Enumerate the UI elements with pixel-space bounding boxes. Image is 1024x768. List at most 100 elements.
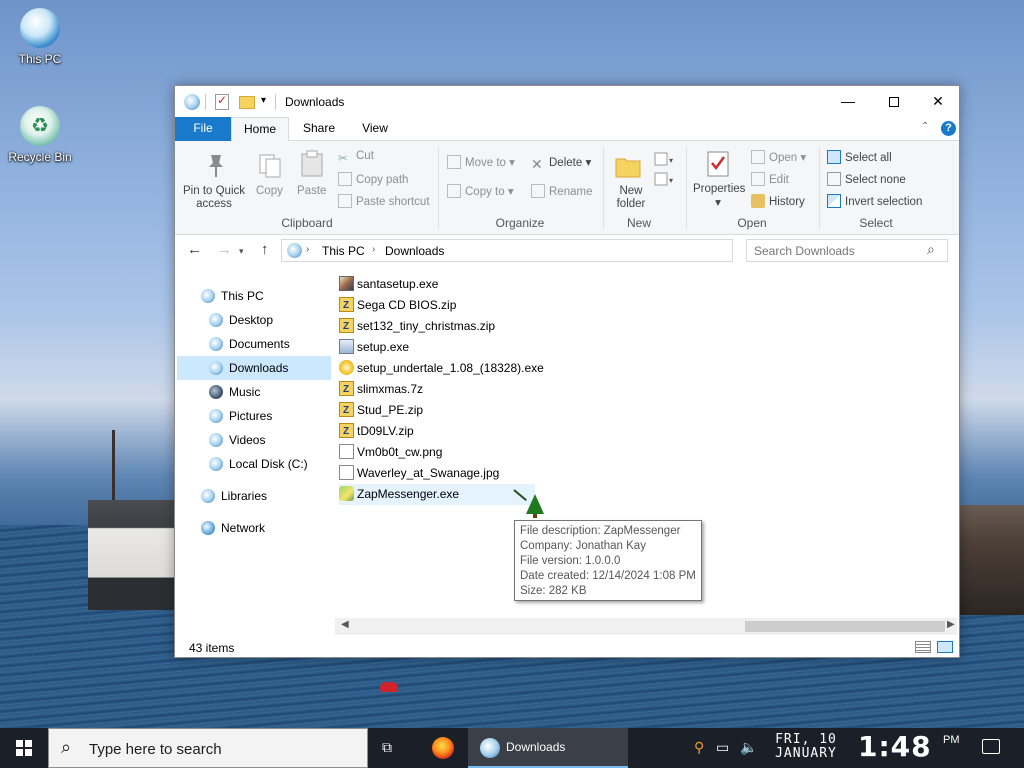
- nav-item-documents[interactable]: Documents: [209, 332, 290, 356]
- help-icon[interactable]: ?: [941, 121, 956, 136]
- key-tray-icon[interactable]: ⚲: [694, 739, 704, 756]
- taskbar-app-downloads[interactable]: Downloads: [468, 728, 628, 768]
- nav-item-desktop[interactable]: Desktop: [209, 308, 273, 332]
- scroll-left-arrow-icon[interactable]: ◀: [341, 619, 349, 630]
- address-bar[interactable]: › This PC › Downloads ▾ ↻: [281, 239, 827, 262]
- breadcrumb-separator-icon[interactable]: ›: [372, 244, 375, 255]
- invert-selection-button[interactable]: Invert selection: [827, 194, 922, 208]
- nav-item-local-disk[interactable]: Local Disk (C:): [209, 452, 308, 476]
- new-folder-quick-icon[interactable]: [239, 96, 255, 109]
- delete-label: Delete: [549, 157, 583, 169]
- list-item[interactable]: Sega CD BIOS.zip: [339, 295, 462, 316]
- maximize-button[interactable]: [871, 86, 917, 117]
- breadcrumb-this-pc[interactable]: This PC: [322, 244, 365, 258]
- minimize-button[interactable]: —: [825, 86, 871, 117]
- start-button[interactable]: [0, 728, 48, 768]
- copy-path-button[interactable]: Copy path: [338, 172, 408, 186]
- list-item[interactable]: setup.exe: [339, 337, 415, 358]
- list-item[interactable]: ZapMessenger.exe: [339, 484, 535, 505]
- taskbar: ⌕ ⧉ Downloads ⚲ ▭ 🔈 FRI, 10 JANUARY 1:48…: [0, 728, 1024, 768]
- horizontal-scrollbar[interactable]: ◀ ▶: [335, 618, 957, 635]
- taskbar-search-box[interactable]: ⌕: [48, 728, 368, 768]
- cut-button[interactable]: ✂ Cut: [338, 150, 374, 165]
- list-item[interactable]: set132_tiny_christmas.zip: [339, 316, 501, 337]
- list-item[interactable]: slimxmas.7z: [339, 379, 429, 400]
- search-input[interactable]: [754, 240, 924, 261]
- up-arrow-icon[interactable]: ↑: [261, 241, 269, 258]
- details-view-icon[interactable]: [915, 641, 931, 653]
- invert-selection-label: Invert selection: [845, 196, 923, 208]
- tab-share[interactable]: Share: [291, 117, 347, 141]
- tab-view[interactable]: View: [347, 117, 403, 141]
- list-item[interactable]: Waverley_at_Swanage.jpg: [339, 463, 505, 484]
- select-all-button[interactable]: Select all: [827, 150, 892, 164]
- navigation-pane: This PC Desktop Documents Downloads Musi…: [175, 270, 333, 630]
- taskbar-search-input[interactable]: [89, 740, 359, 758]
- open-button[interactable]: Open ▾: [751, 150, 806, 164]
- list-item[interactable]: Stud_PE.zip: [339, 400, 429, 421]
- breadcrumb-separator-icon[interactable]: ›: [306, 244, 309, 255]
- clock-date[interactable]: FRI, 10 JANUARY: [770, 733, 842, 761]
- collapse-ribbon-icon[interactable]: ⌃: [921, 121, 929, 132]
- tab-home[interactable]: Home: [231, 117, 289, 142]
- pin-icon: [209, 155, 223, 177]
- scroll-thumb[interactable]: [745, 621, 945, 632]
- desktop-icon-label: This PC: [18, 52, 62, 66]
- edit-button[interactable]: Edit: [751, 172, 789, 186]
- computer-icon: [201, 289, 215, 303]
- rename-button[interactable]: Rename: [531, 184, 592, 198]
- file-name: slimxmas.7z: [357, 382, 424, 396]
- back-arrow-icon[interactable]: ←: [187, 241, 202, 258]
- desktop-icon-this-pc[interactable]: This PC: [0, 8, 80, 66]
- close-button[interactable]: ✕: [915, 86, 961, 117]
- search-icon[interactable]: ⌕: [927, 241, 935, 258]
- volume-icon[interactable]: 🔈: [740, 739, 757, 756]
- nav-item-music[interactable]: Music: [209, 380, 260, 404]
- clock-time[interactable]: 1:48: [858, 730, 932, 763]
- properties-button[interactable]: Properties ▾: [693, 183, 745, 209]
- nav-item-pictures[interactable]: Pictures: [209, 404, 272, 428]
- forward-arrow-icon[interactable]: →: [217, 241, 232, 258]
- nav-item-network[interactable]: Network: [201, 516, 265, 540]
- customize-toolbar-chevron-icon[interactable]: ▾: [261, 95, 266, 106]
- nav-item-label: Documents: [229, 337, 290, 351]
- list-item[interactable]: tD09LV.zip: [339, 421, 420, 442]
- checkmark-quick-icon[interactable]: [215, 93, 229, 110]
- new-folder-button[interactable]: New folder: [611, 185, 651, 211]
- list-item[interactable]: santasetup.exe: [339, 274, 444, 295]
- recent-locations-chevron-icon[interactable]: ▾: [239, 246, 244, 257]
- list-item[interactable]: setup_undertale_1.08_(18328).exe: [339, 358, 550, 379]
- history-button[interactable]: History: [751, 194, 805, 208]
- history-icon: [751, 194, 765, 208]
- nav-item-this-pc[interactable]: This PC: [201, 284, 264, 308]
- nav-item-downloads[interactable]: Downloads: [177, 356, 331, 380]
- title-bar[interactable]: ▾ Downloads — ✕: [175, 86, 959, 117]
- copy-to-button[interactable]: Copy to ▾: [447, 184, 514, 198]
- search-box[interactable]: ⌕: [746, 239, 948, 262]
- breadcrumb-downloads[interactable]: Downloads: [385, 244, 444, 258]
- list-item[interactable]: Vm0b0t_cw.png: [339, 442, 448, 463]
- nav-item-videos[interactable]: Videos: [209, 428, 265, 452]
- tab-file[interactable]: File: [175, 117, 231, 141]
- desktop-icon-recycle-bin[interactable]: Recycle Bin: [0, 106, 80, 164]
- nav-item-libraries[interactable]: Libraries: [201, 484, 267, 508]
- properties-quick-icon[interactable]: [184, 94, 200, 110]
- scroll-right-arrow-icon[interactable]: ▶: [947, 619, 955, 630]
- large-icons-view-icon[interactable]: [937, 641, 953, 653]
- copy-button[interactable]: Copy: [256, 185, 283, 197]
- task-view-icon[interactable]: ⧉: [382, 739, 402, 757]
- paste-shortcut-button[interactable]: Paste shortcut: [338, 194, 430, 208]
- notification-icon[interactable]: [982, 739, 1000, 754]
- downloads-folder-icon: [209, 361, 223, 375]
- network-tray-icon[interactable]: ▭: [716, 739, 729, 756]
- paste-button[interactable]: Paste: [297, 185, 326, 197]
- nav-item-label: Pictures: [229, 409, 273, 423]
- firefox-icon[interactable]: [432, 737, 454, 759]
- select-none-button[interactable]: Select none: [827, 172, 906, 186]
- clock-date-line1: FRI, 10: [775, 732, 837, 747]
- move-to-button[interactable]: Move to ▾: [447, 155, 515, 169]
- delete-button[interactable]: ✕ Delete ▾: [531, 155, 591, 172]
- clock-date-line2: JANUARY: [775, 746, 837, 761]
- zapmessenger-icon: [339, 486, 354, 501]
- pin-to-quick-access-button[interactable]: Pin to Quick access: [183, 185, 245, 211]
